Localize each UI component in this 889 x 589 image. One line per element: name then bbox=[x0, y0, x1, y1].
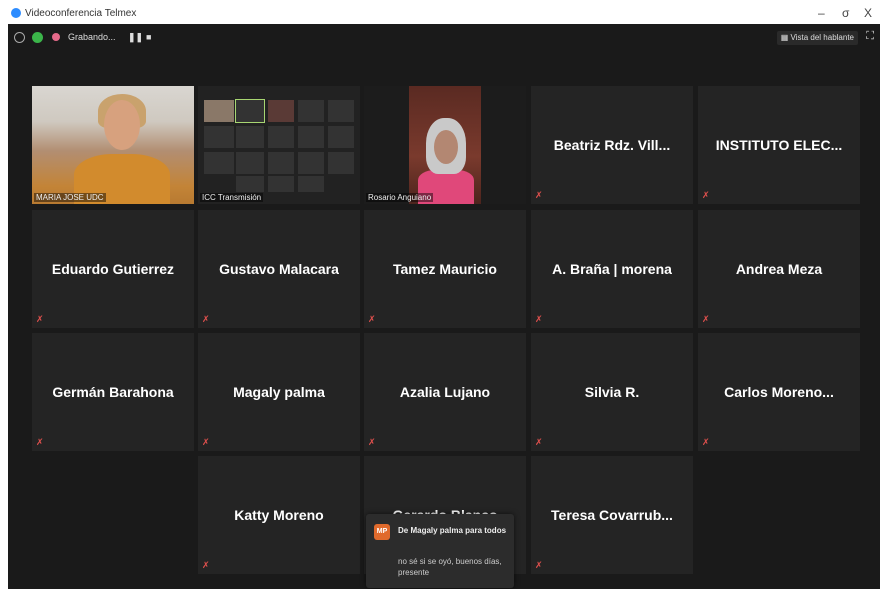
participant-tile-video[interactable]: MARIA JOSE UDC bbox=[32, 86, 194, 204]
participant-name: Gustavo Malacara bbox=[219, 261, 339, 277]
muted-mic-icon: ✗ bbox=[535, 314, 543, 324]
speaker-view-icon: ▦ bbox=[780, 33, 791, 42]
muted-mic-icon: ✗ bbox=[36, 314, 44, 324]
close-button[interactable]: X bbox=[864, 6, 872, 20]
app-icon bbox=[11, 8, 21, 18]
participant-name: INSTITUTO ELEC... bbox=[715, 137, 843, 153]
muted-mic-icon: ✗ bbox=[702, 190, 710, 200]
participant-tile-video-active[interactable]: ICC Transmisión bbox=[198, 86, 360, 204]
shield-icon[interactable] bbox=[32, 32, 43, 43]
participant-tile[interactable]: Silvia R. ✗ bbox=[531, 333, 693, 451]
muted-mic-icon: ✗ bbox=[36, 437, 44, 447]
window-titlebar: Videoconferencia Telmex – σ X bbox=[8, 4, 880, 24]
participant-name: Beatriz Rdz. Vill... bbox=[553, 137, 671, 153]
chat-notification[interactable]: MP De Magaly palma para todos no sé si s… bbox=[366, 514, 514, 588]
participant-tile[interactable]: Germán Barahona ✗ bbox=[32, 333, 194, 451]
participant-name: Germán Barahona bbox=[52, 384, 174, 400]
recording-icon bbox=[52, 33, 60, 41]
muted-mic-icon: ✗ bbox=[535, 560, 543, 570]
participant-name: Magaly palma bbox=[233, 384, 325, 400]
minimize-button[interactable]: – bbox=[818, 6, 825, 20]
meeting-topbar: Grabando... ❚❚ ■ ▦ Vista del hablante ⛶ bbox=[8, 24, 880, 52]
muted-mic-icon: ✗ bbox=[535, 190, 543, 200]
participant-name: Silvia R. bbox=[584, 384, 640, 400]
participant-name: Rosario Anguiano bbox=[366, 193, 434, 202]
participant-video bbox=[32, 86, 194, 204]
muted-mic-icon: ✗ bbox=[368, 314, 376, 324]
participant-name: Eduardo Gutierrez bbox=[51, 261, 175, 277]
muted-mic-icon: ✗ bbox=[535, 437, 543, 447]
muted-mic-icon: ✗ bbox=[368, 437, 376, 447]
muted-mic-icon: ✗ bbox=[202, 560, 210, 570]
participant-video bbox=[198, 86, 360, 204]
avatar: MP bbox=[374, 524, 390, 540]
fullscreen-icon[interactable]: ⛶ bbox=[866, 30, 874, 43]
participant-tile[interactable]: Teresa Covarrub... ✗ bbox=[531, 456, 693, 574]
participant-name: Andrea Meza bbox=[735, 261, 823, 277]
muted-mic-icon: ✗ bbox=[702, 314, 710, 324]
recording-label: Grabando... bbox=[68, 32, 116, 42]
muted-mic-icon: ✗ bbox=[702, 437, 710, 447]
participant-tile[interactable]: A. Braña | morena ✗ bbox=[531, 210, 693, 328]
speaker-view-label: Vista del hablante bbox=[790, 33, 854, 42]
participant-name: Tamez Mauricio bbox=[393, 261, 497, 277]
meeting-window: Grabando... ❚❚ ■ ▦ Vista del hablante ⛶ … bbox=[8, 24, 880, 589]
participant-name: Azalia Lujano bbox=[399, 384, 491, 400]
participant-tile[interactable]: Katty Moreno ✗ bbox=[198, 456, 360, 574]
chat-message: no sé si se oyó, buenos días, presente bbox=[398, 557, 502, 577]
stop-icon[interactable]: ■ bbox=[146, 32, 151, 42]
participant-tile[interactable]: Gustavo Malacara ✗ bbox=[198, 210, 360, 328]
participant-tile[interactable]: Carlos Moreno... ✗ bbox=[698, 333, 860, 451]
participant-name: Katty Moreno bbox=[234, 507, 324, 523]
muted-mic-icon: ✗ bbox=[202, 437, 210, 447]
participant-name: Teresa Covarrub... bbox=[551, 507, 673, 523]
participant-tile[interactable]: Andrea Meza ✗ bbox=[698, 210, 860, 328]
participant-name: A. Braña | morena bbox=[552, 261, 672, 277]
participant-video bbox=[364, 86, 526, 204]
participant-tile-video[interactable]: Rosario Anguiano bbox=[364, 86, 526, 204]
speaker-view-button[interactable]: ▦ Vista del hablante bbox=[776, 31, 858, 45]
participant-tile[interactable]: Magaly palma ✗ bbox=[198, 333, 360, 451]
participant-tile[interactable]: INSTITUTO ELEC... ✗ bbox=[698, 86, 860, 204]
info-icon[interactable] bbox=[14, 32, 25, 43]
participant-name: MARIA JOSE UDC bbox=[34, 193, 106, 202]
maximize-button[interactable]: σ bbox=[842, 6, 849, 20]
participant-tile[interactable]: Azalia Lujano ✗ bbox=[364, 333, 526, 451]
chat-sender: De Magaly palma para todos bbox=[398, 526, 507, 535]
muted-mic-icon: ✗ bbox=[202, 314, 210, 324]
participant-name: Carlos Moreno... bbox=[724, 384, 834, 400]
participant-tile[interactable]: Beatriz Rdz. Vill... ✗ bbox=[531, 86, 693, 204]
participant-tile[interactable]: Eduardo Gutierrez ✗ bbox=[32, 210, 194, 328]
pause-icon[interactable]: ❚❚ bbox=[128, 32, 143, 43]
participant-name: ICC Transmisión bbox=[200, 193, 264, 202]
participant-tile[interactable]: Tamez Mauricio ✗ bbox=[364, 210, 526, 328]
window-title: Videoconferencia Telmex bbox=[25, 8, 137, 19]
